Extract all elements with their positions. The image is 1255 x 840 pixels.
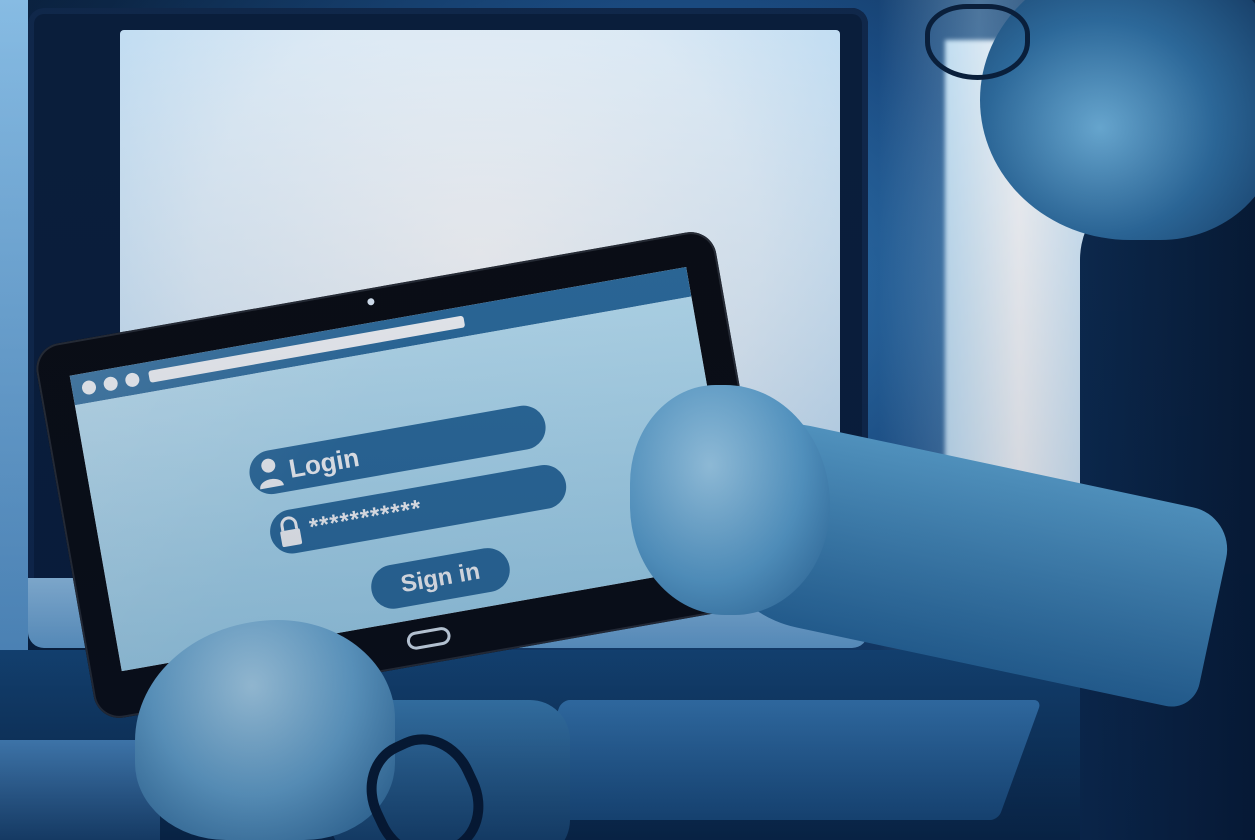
login-label: Login xyxy=(286,441,362,484)
left-edge-light xyxy=(0,0,28,700)
camera-dot xyxy=(366,297,375,306)
window-dot-icon xyxy=(80,379,98,396)
window-dot-icon xyxy=(102,375,119,392)
sign-in-button[interactable]: Sign in xyxy=(367,544,514,613)
glasses xyxy=(925,4,1030,80)
photo-scene: Login *********** Sign in xyxy=(0,0,1255,840)
home-button[interactable] xyxy=(405,625,452,652)
window-dot-icon xyxy=(124,371,141,389)
password-value: *********** xyxy=(307,494,425,542)
keyboard xyxy=(518,700,1042,820)
